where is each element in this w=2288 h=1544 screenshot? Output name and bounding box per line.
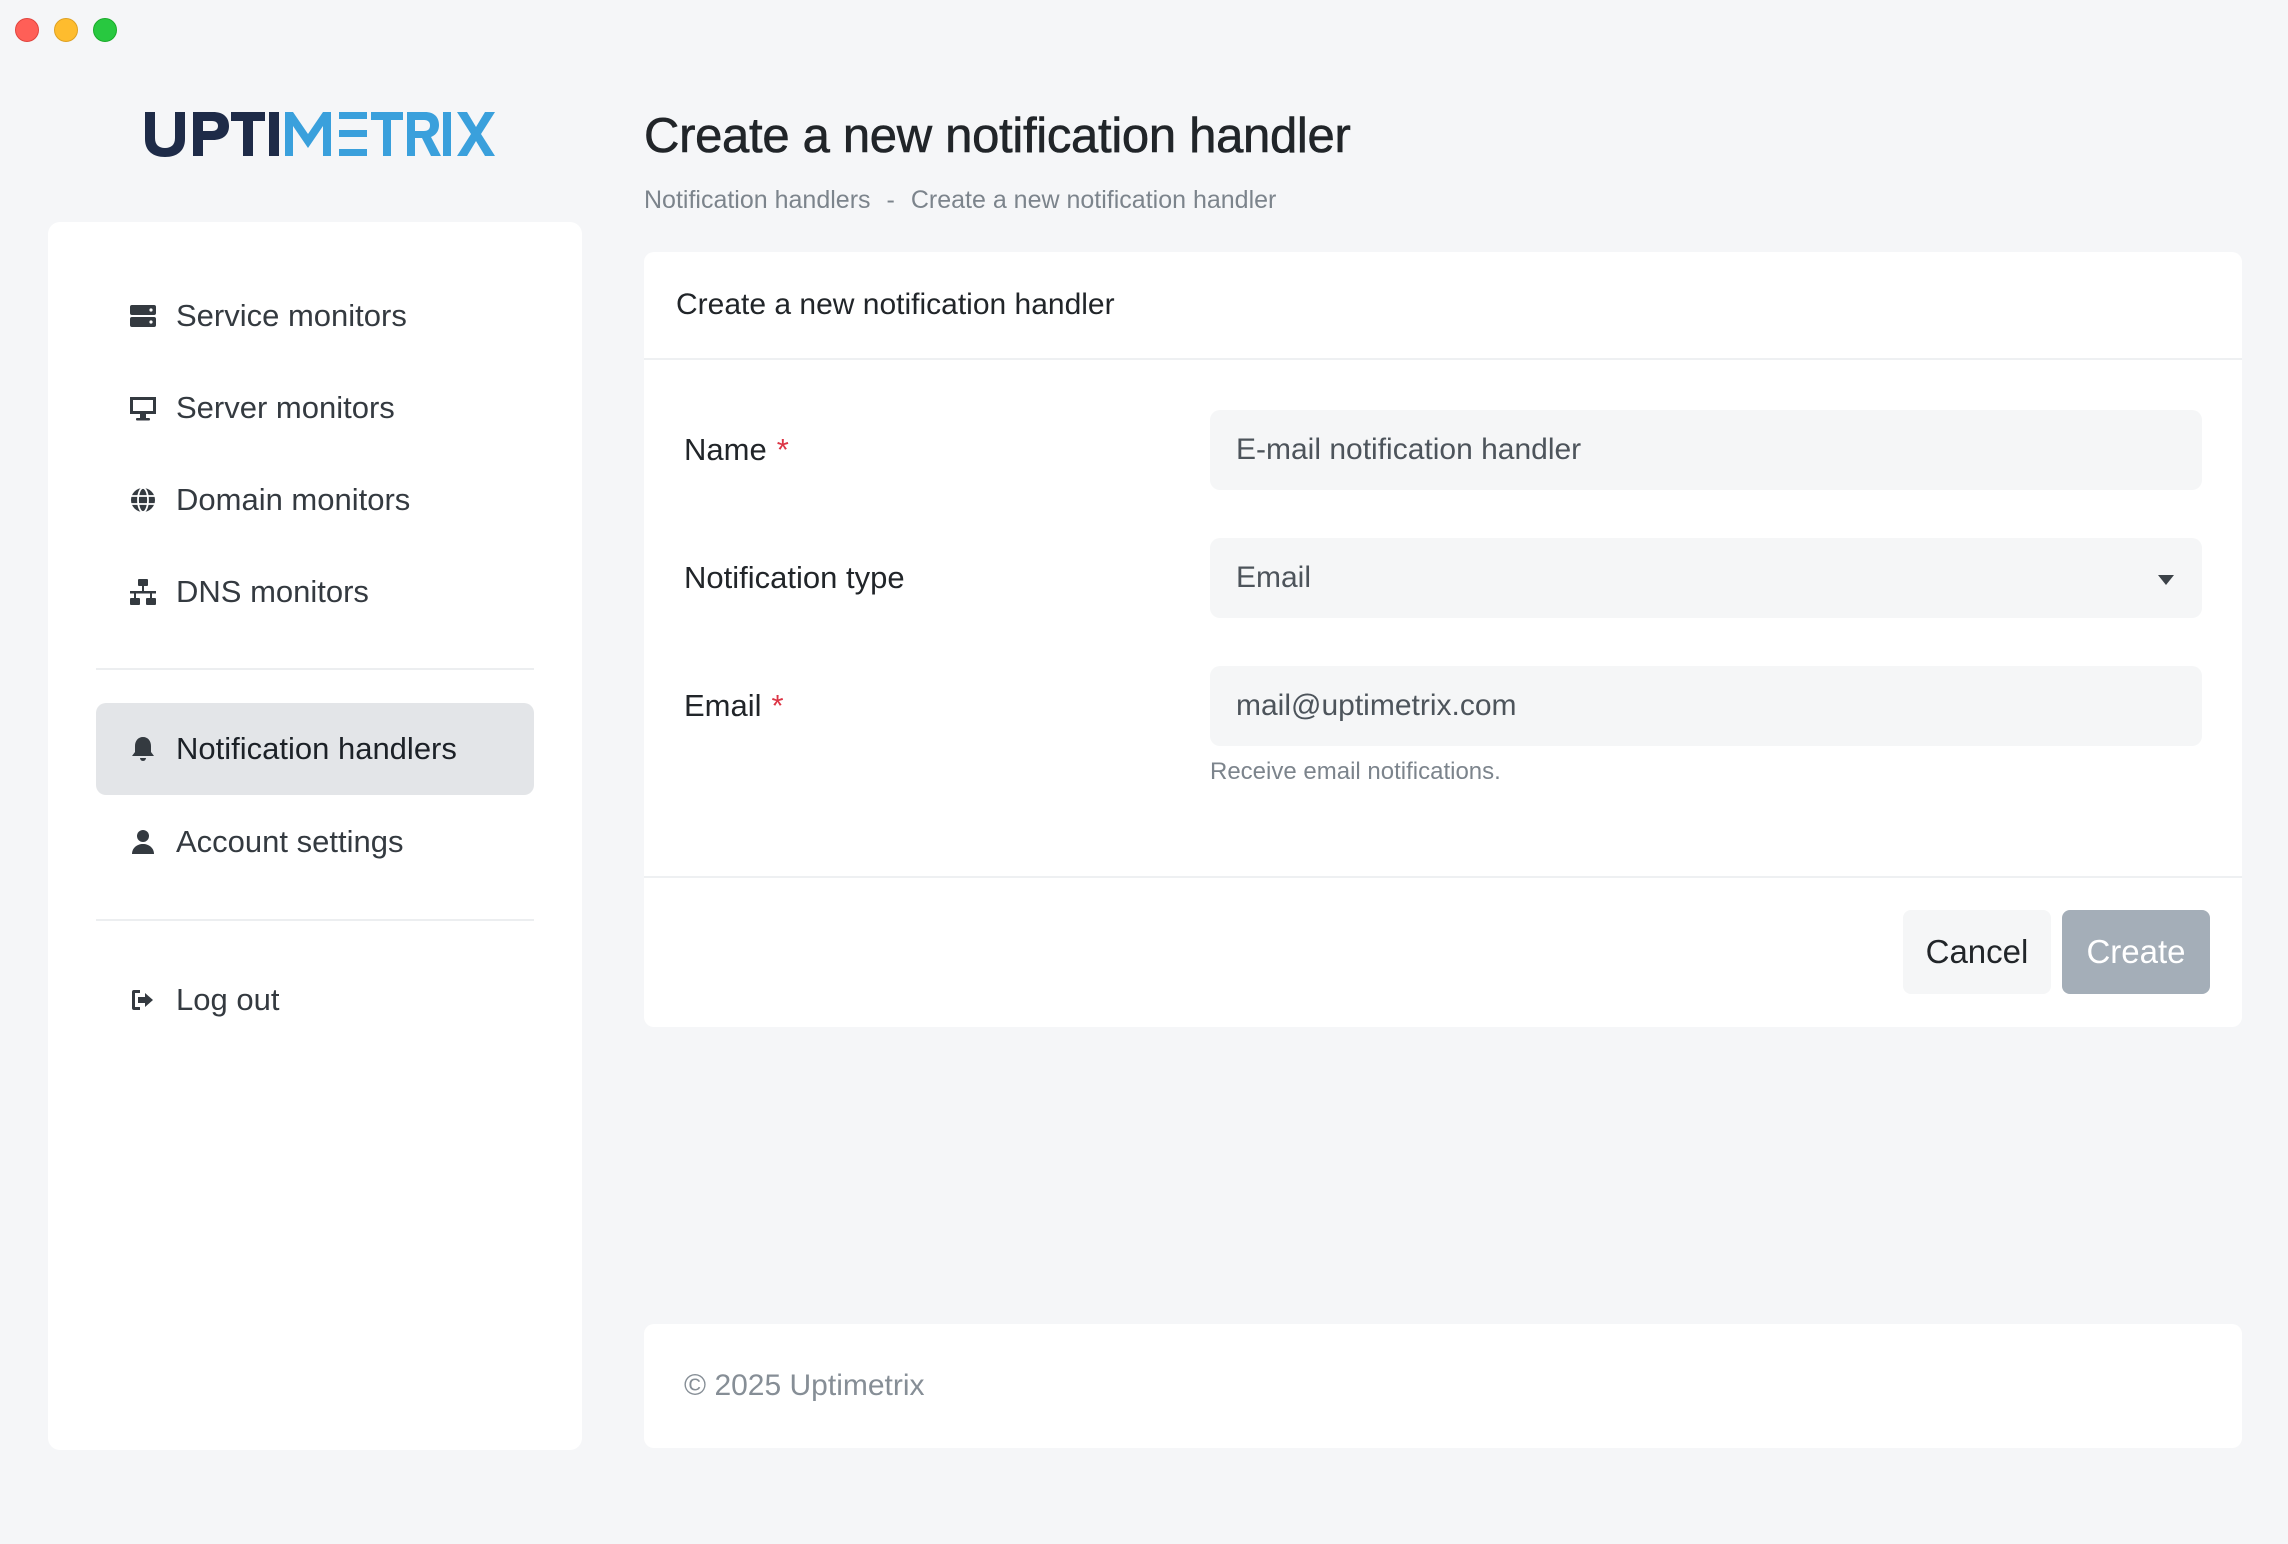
notification-type-value: Email	[1236, 561, 1312, 594]
page-footer: © 2025 Uptimetrix	[644, 1324, 2242, 1448]
sidebar-item-log-out[interactable]: Log out	[96, 954, 534, 1046]
sidebar-item-domain-monitors[interactable]: Domain monitors	[96, 454, 534, 546]
card-footer: Cancel Create	[644, 876, 2242, 1027]
name-label: Name *	[684, 432, 789, 468]
sidebar-item-label: Notification handlers	[176, 731, 457, 766]
sidebar-item-notification-handlers[interactable]: Notification handlers	[96, 703, 534, 795]
uptimetrix-logo[interactable]	[143, 108, 503, 158]
sidebar-item-label: Service monitors	[176, 298, 407, 333]
maximize-window-button[interactable]	[93, 18, 117, 42]
sidebar-item-label: Account settings	[176, 824, 404, 859]
notification-type-select[interactable]: Email	[1210, 538, 2202, 618]
email-label: Email *	[684, 688, 784, 724]
breadcrumb-link-notification-handlers[interactable]: Notification handlers	[644, 186, 871, 215]
sidebar-item-server-monitors[interactable]: Server monitors	[96, 362, 534, 454]
sidebar-item-dns-monitors[interactable]: DNS monitors	[96, 546, 534, 638]
name-label-text: Name	[684, 432, 767, 467]
sidebar-item-label: Log out	[176, 982, 280, 1017]
required-marker: *	[771, 688, 784, 723]
copyright-text: © 2025 Uptimetrix	[684, 1369, 925, 1402]
sidebar-item-label: DNS monitors	[176, 574, 369, 609]
minimize-window-button[interactable]	[54, 18, 78, 42]
sidebar-item-label: Domain monitors	[176, 482, 411, 517]
email-help-text: Receive email notifications.	[1210, 758, 1501, 785]
name-input[interactable]: E-mail notification handler	[1210, 410, 2202, 490]
chevron-down-icon	[2158, 575, 2174, 585]
sidebar-divider	[96, 668, 534, 670]
close-window-button[interactable]	[15, 18, 39, 42]
breadcrumb-current: Create a new notification handler	[910, 186, 1277, 214]
sidebar-item-label: Server monitors	[176, 390, 395, 425]
form-card: Create a new notification handler Name * …	[644, 252, 2242, 1027]
logout-icon	[128, 985, 158, 1015]
sidebar-item-account-settings[interactable]: Account settings	[96, 796, 534, 888]
bell-icon	[128, 734, 158, 764]
breadcrumb-separator: -	[886, 186, 895, 214]
app-window: Service monitors Server monitors Domain …	[0, 0, 2288, 1544]
globe-icon	[128, 485, 158, 515]
window-controls	[15, 18, 117, 42]
email-input[interactable]: mail@uptimetrix.com	[1210, 666, 2202, 746]
breadcrumb: Notification handlers - Create a new not…	[644, 186, 1276, 215]
required-marker: *	[776, 432, 789, 467]
desktop-icon	[128, 393, 158, 423]
card-title: Create a new notification handler	[644, 252, 2242, 360]
sidebar: Service monitors Server monitors Domain …	[48, 222, 582, 1450]
sidebar-divider	[96, 919, 534, 921]
sidebar-item-service-monitors[interactable]: Service monitors	[96, 270, 534, 362]
cancel-button[interactable]: Cancel	[1903, 910, 2051, 994]
create-button[interactable]: Create	[2062, 910, 2210, 994]
page-title: Create a new notification handler	[644, 109, 1351, 164]
notification-type-label: Notification type	[684, 560, 905, 595]
user-icon	[128, 827, 158, 857]
server-icon	[128, 301, 158, 331]
network-icon	[128, 577, 158, 607]
email-label-text: Email	[684, 688, 762, 723]
